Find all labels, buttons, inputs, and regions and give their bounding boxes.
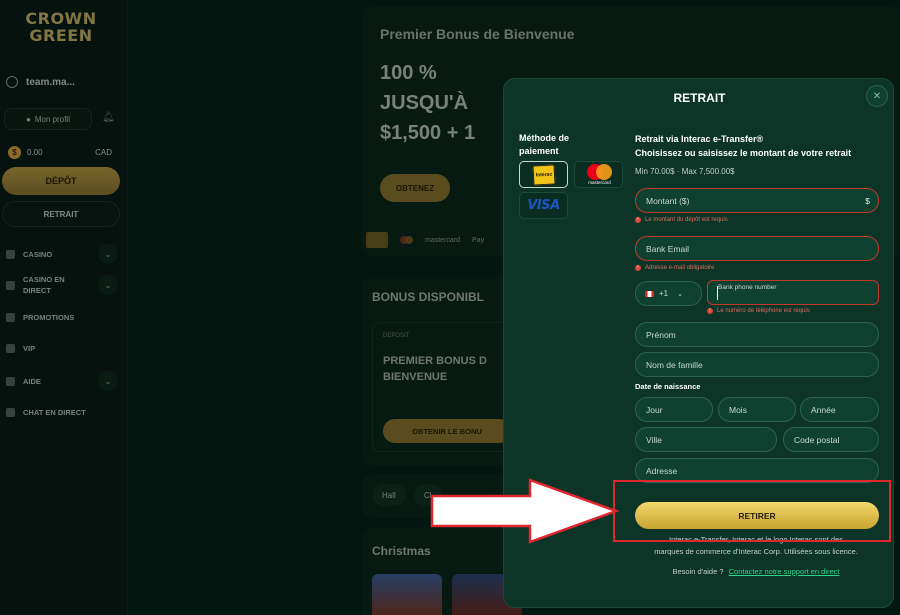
bank-email-field[interactable]: Bank Email — [635, 236, 879, 261]
amount-placeholder: Montant ($) — [646, 195, 690, 206]
arrow-icon — [430, 478, 620, 544]
payment-method-mastercard[interactable]: mastercard — [574, 161, 623, 188]
mastercard-icon: mastercard — [584, 163, 614, 186]
error-text: Le numéro de téléphone est requis — [717, 308, 810, 314]
form-heading-line-1: Retrait via Interac e-Transfer® — [635, 134, 764, 144]
form-heading: Retrait via Interac e-Transfer® Choisiss… — [635, 132, 851, 160]
error-icon: ! — [635, 265, 641, 271]
dob-year-field[interactable]: Année — [800, 397, 879, 422]
modal-title: RETRAIT — [673, 91, 726, 105]
chevron-down-icon: ⌄ — [677, 290, 683, 298]
error-text: Adresse e-mail obligatoire — [645, 265, 715, 271]
amount-field[interactable]: Montant ($) $ — [635, 188, 879, 213]
interac-icon: Interac — [531, 163, 556, 186]
error-icon: ! — [635, 217, 641, 223]
form-heading-line-2: Choisissez ou saisissez le montant de vo… — [635, 148, 852, 158]
postal-placeholder: Code postal — [794, 434, 840, 445]
help-line: Besoin d'aide ? Contactez notre support … — [624, 567, 888, 576]
error-text: Le montant du dépôt est requis — [645, 217, 728, 223]
dob-month-field[interactable]: Mois — [718, 397, 796, 422]
city-field[interactable]: Ville — [635, 427, 777, 452]
bank-phone-field[interactable]: Bank phone number — [707, 280, 879, 305]
dob-day-field[interactable]: Jour — [635, 397, 713, 422]
month-placeholder: Mois — [729, 404, 747, 415]
phone-error: ! Le numéro de téléphone est requis — [707, 308, 810, 314]
year-placeholder: Année — [811, 404, 836, 415]
text-caret — [717, 286, 718, 300]
highlight-box — [613, 480, 891, 542]
city-placeholder: Ville — [646, 434, 662, 445]
phone-placeholder: Bank phone number — [718, 284, 777, 291]
visa-icon: VISA — [527, 198, 560, 213]
postal-code-field[interactable]: Code postal — [783, 427, 879, 452]
phone-prefix: +1 — [659, 289, 669, 298]
email-error: ! Adresse e-mail obligatoire — [635, 265, 714, 271]
amount-limits: Min 70.00$ · Max 7,500.00$ — [635, 167, 735, 176]
payment-method-visa[interactable]: VISA — [519, 192, 568, 219]
phone-country-select[interactable]: +1 ⌄ — [635, 281, 702, 306]
day-placeholder: Jour — [646, 404, 663, 415]
mastercard-logo-text: mastercard — [588, 179, 611, 185]
payment-method-label: Méthode de paiement — [519, 133, 570, 156]
close-icon[interactable]: ✕ — [866, 85, 888, 107]
first-name-field[interactable]: Prénom — [635, 322, 879, 347]
interac-logo-text: Interac — [535, 171, 552, 178]
legal-line-2: marques de commerce d'Interac Corp. Util… — [654, 547, 858, 556]
support-link[interactable]: Contactez notre support en direct — [729, 567, 840, 576]
dob-label: Date de naissance — [635, 382, 701, 391]
error-icon: ! — [707, 308, 713, 314]
dollar-icon: $ — [865, 195, 870, 206]
help-text: Besoin d'aide ? — [672, 567, 724, 576]
email-placeholder: Bank Email — [646, 243, 689, 254]
last-name-field[interactable]: Nom de famille — [635, 352, 879, 377]
canada-flag-icon — [645, 290, 654, 297]
last-name-placeholder: Nom de famille — [646, 359, 703, 370]
first-name-placeholder: Prénom — [646, 329, 676, 340]
amount-error: ! Le montant du dépôt est requis — [635, 217, 728, 223]
payment-method-interac[interactable]: Interac — [519, 161, 568, 188]
address-placeholder: Adresse — [646, 465, 678, 476]
